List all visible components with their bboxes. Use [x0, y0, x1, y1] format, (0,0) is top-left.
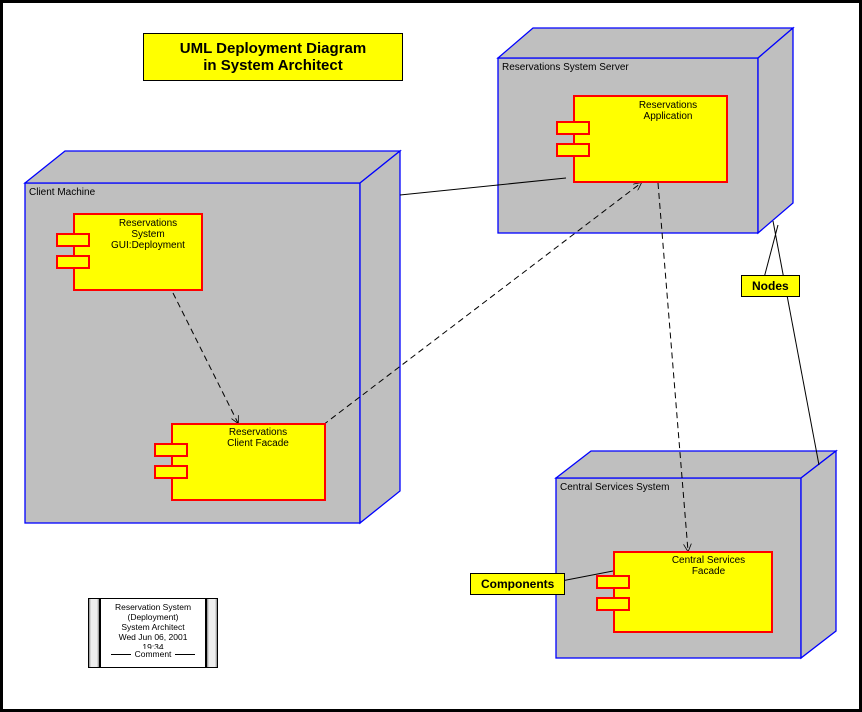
- annotation-components: Components: [470, 573, 565, 595]
- title-line2: in System Architect: [203, 57, 343, 74]
- component-central-facade-text: Central Services Facade: [651, 555, 766, 577]
- component-reservations-app-prong1: [556, 121, 590, 135]
- component-central-facade-prong2: [596, 597, 630, 611]
- component-central-facade-prong1: [596, 575, 630, 589]
- component-reservations-app-prong2: [556, 143, 590, 157]
- label-central: Central Services System: [560, 482, 669, 493]
- component-reservations-app-text: Reservations Application: [613, 100, 723, 122]
- component-client-facade-text: Reservations Client Facade: [203, 427, 313, 449]
- component-gui-text: Reservations System GUI:Deployment: [98, 218, 198, 251]
- title-line1: UML Deployment Diagram: [180, 40, 366, 57]
- info-center: Reservation System (Deployment) System A…: [100, 598, 206, 668]
- label-server: Reservations System Server: [502, 62, 629, 73]
- component-client-facade-prong1: [154, 443, 188, 457]
- component-gui-prong1: [56, 233, 90, 247]
- component-client-facade-prong2: [154, 465, 188, 479]
- diagram-canvas: UML Deployment Diagram in System Archite…: [0, 0, 862, 712]
- diagram-title: UML Deployment Diagram in System Archite…: [143, 33, 403, 81]
- component-gui-prong2: [56, 255, 90, 269]
- annotation-nodes: Nodes: [741, 275, 800, 297]
- info-block: Reservation System (Deployment) System A…: [88, 598, 218, 668]
- info-left-grip: [88, 598, 100, 668]
- label-client-machine: Client Machine: [29, 187, 95, 198]
- info-right-grip: [206, 598, 218, 668]
